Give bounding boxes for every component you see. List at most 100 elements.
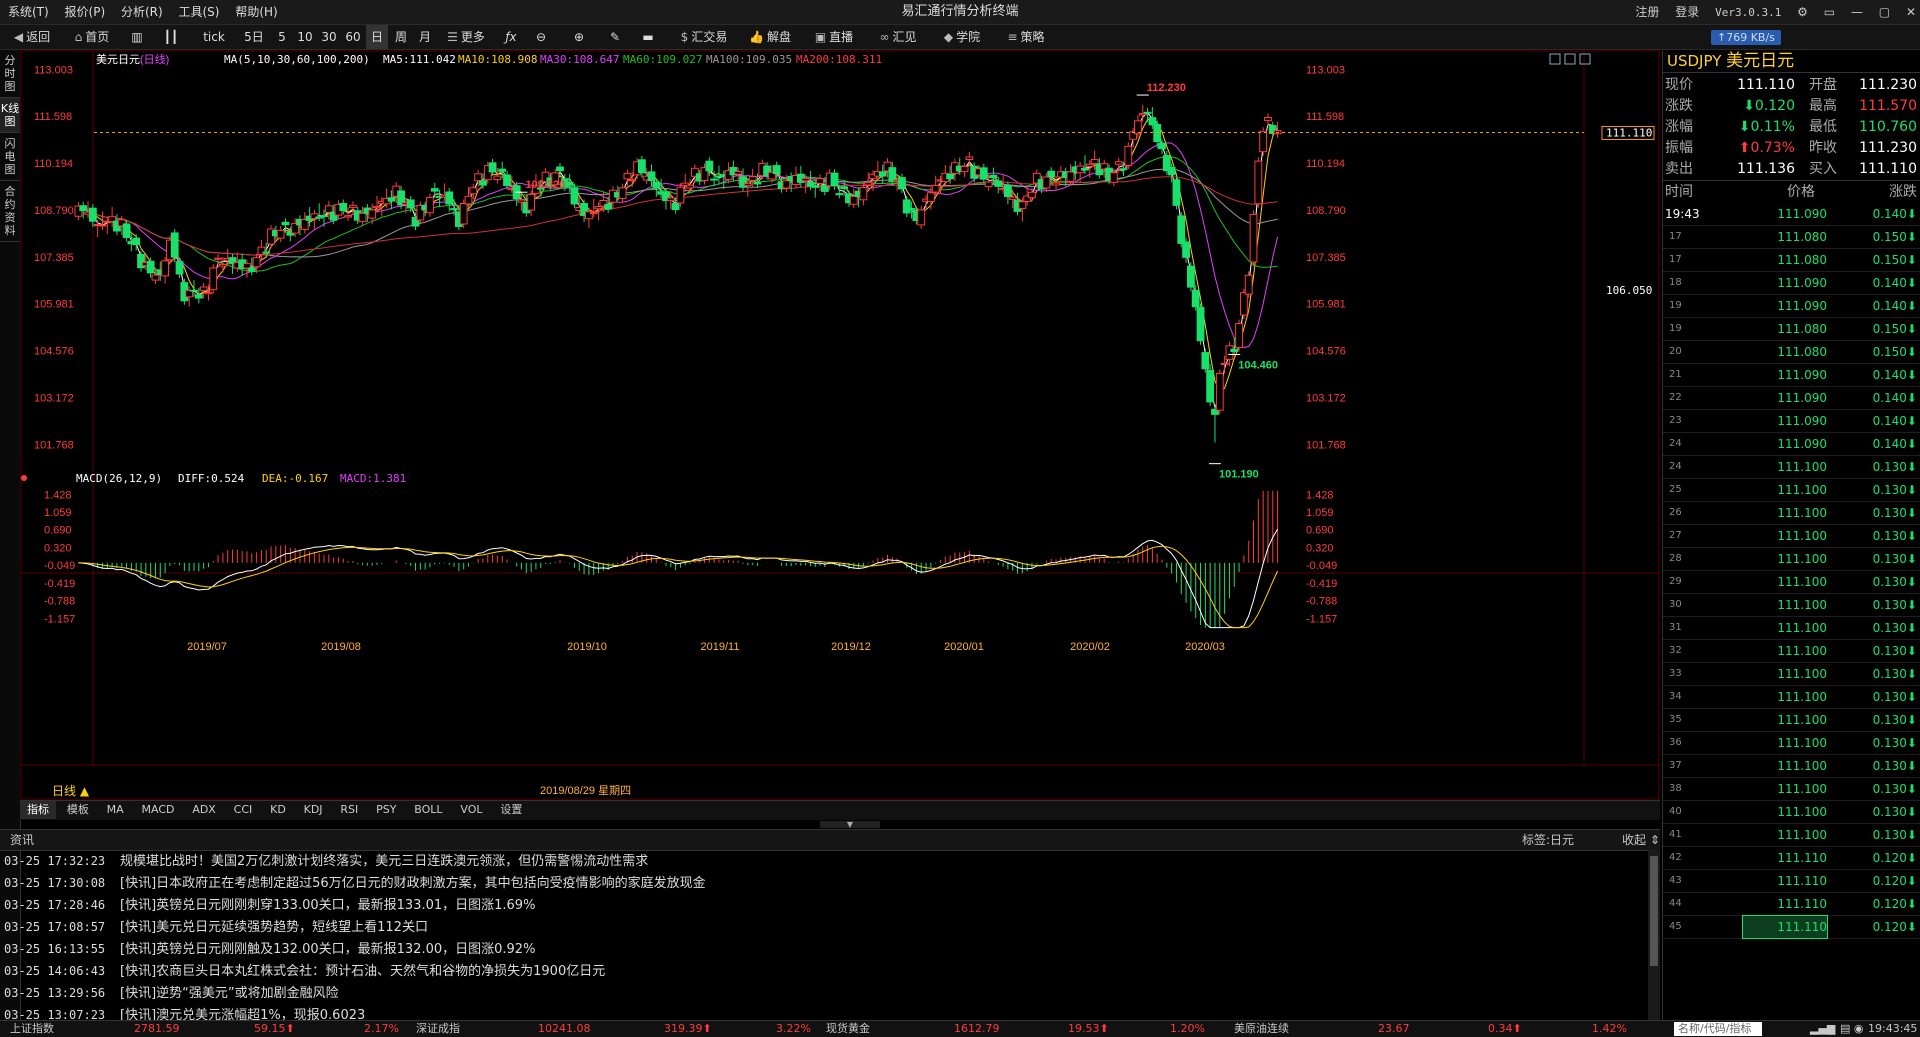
candle-body xyxy=(1235,323,1243,349)
zoom-out-button[interactable]: ⊖ xyxy=(530,25,552,49)
candle-body xyxy=(647,171,656,182)
candle-body xyxy=(1249,213,1258,263)
menu-analysis[interactable]: 分析(R) xyxy=(121,0,163,24)
tab-template[interactable]: 模板 xyxy=(60,801,96,819)
tick-price: 111.110 xyxy=(1742,915,1828,939)
tab-kd[interactable]: KD xyxy=(263,801,293,819)
index-sz-name[interactable]: 深证成指 xyxy=(416,1021,460,1037)
tray-icons[interactable]: ▤ ◉ xyxy=(1840,1021,1864,1037)
candle-body xyxy=(1138,113,1147,116)
register-link[interactable]: 注册 xyxy=(1635,5,1659,19)
tab-boll[interactable]: BOLL xyxy=(407,801,449,819)
quote-label: 涨幅 xyxy=(1665,119,1693,135)
formula-button[interactable]: ƒx xyxy=(500,25,522,49)
menu-tools[interactable]: 工具(S) xyxy=(179,0,220,24)
tick-change: 0.130⬇ xyxy=(1872,828,1917,842)
tab-indicator[interactable]: 指标 xyxy=(20,801,56,819)
trade-button[interactable]: $ 汇交易 xyxy=(672,25,736,49)
news-item[interactable]: 03-25 14:06:43 [快讯]农商巨头日本丸红株式会社：预计石油、天然气和… xyxy=(0,960,1640,982)
candle-body xyxy=(1172,179,1181,206)
tab-kline[interactable]: K线图 xyxy=(0,98,20,133)
ma5-value: MA5:111.042 xyxy=(383,53,456,66)
tick-row: 19 111.090 0.140⬇ xyxy=(1663,295,1920,318)
tick-time: 17 xyxy=(1669,231,1682,242)
timeshare-button[interactable]: ▥ xyxy=(124,25,150,49)
tick-time: 32 xyxy=(1669,645,1682,656)
candle-body xyxy=(387,197,396,202)
search-input[interactable]: 名称/代码/指标 xyxy=(1674,1022,1762,1036)
tab-ma[interactable]: MA xyxy=(100,801,131,819)
collapse-button[interactable]: 收起 ⇕ xyxy=(1622,830,1660,850)
tool-button[interactable]: ▬ xyxy=(636,25,660,49)
news-tag[interactable]: 标签:日元 xyxy=(1522,830,1574,850)
period-5min[interactable]: 5 xyxy=(272,25,292,49)
more-button[interactable]: ☰ 更多 xyxy=(440,25,492,49)
maximize-icon[interactable]: ▢ xyxy=(1879,5,1890,19)
kline-chart[interactable]: 美元日元(日线) MA(5,10,30,60,100,200) MA5:111.… xyxy=(20,50,1660,800)
tab-vol[interactable]: VOL xyxy=(453,801,489,819)
candle-body xyxy=(671,203,680,211)
tab-kdj[interactable]: KDJ xyxy=(297,801,330,819)
tab-cci[interactable]: CCI xyxy=(227,801,260,819)
oil-name[interactable]: 美原油连续 xyxy=(1234,1021,1289,1037)
kline-button[interactable]: ┃┃ xyxy=(158,25,184,49)
close-icon[interactable]: ✕ xyxy=(1906,5,1916,19)
live-button[interactable]: ▣ 直播 xyxy=(806,25,862,49)
candle-body xyxy=(218,263,227,267)
news-item[interactable]: 03-25 17:32:23 规模堪比战时！美国2万亿刺激计划终落实，美元三日连跌… xyxy=(0,850,1640,872)
news-item[interactable]: 03-25 13:07:23 [快讯]澳元兑美元涨幅超1%，现报0.6023 xyxy=(0,1004,1640,1020)
analysis-button[interactable]: 👍 解盘 xyxy=(742,25,798,49)
gold-name[interactable]: 现货黄金 xyxy=(826,1021,870,1037)
tab-macd[interactable]: MACD xyxy=(135,801,182,819)
tab-contract[interactable]: 合约资料 xyxy=(0,181,20,242)
macd-tick-left: -0.788 xyxy=(44,596,75,608)
period-60min[interactable]: 60 xyxy=(342,25,364,49)
news-item[interactable]: 03-25 17:28:46 [快讯]英镑兑日元刚刚刺穿133.00关口，最新报1… xyxy=(0,894,1640,916)
back-button[interactable]: ◀ 返回 xyxy=(6,25,58,49)
restore-icon[interactable]: ▭ xyxy=(1824,5,1835,19)
news-item[interactable]: 03-25 16:13:55 [快讯]英镑兑日元刚刚触及132.00关口，最新报1… xyxy=(0,938,1640,960)
home-button[interactable]: ⌂ 首页 xyxy=(64,25,120,49)
tab-psy[interactable]: PSY xyxy=(369,801,403,819)
period-week[interactable]: 周 xyxy=(390,25,412,49)
tab-adx[interactable]: ADX xyxy=(185,801,223,819)
news-scrollbar[interactable] xyxy=(1648,850,1660,1020)
ma10-value: MA10:108.908 xyxy=(458,53,537,66)
macd-tick-left: -1.157 xyxy=(44,613,75,625)
news-item[interactable]: 03-25 17:08:57 [快讯]美元兑日元延续强势趋势，短线望上看112关口 xyxy=(0,916,1640,938)
candle-body xyxy=(358,212,367,223)
strategy-button[interactable]: ≡ 策略 xyxy=(998,25,1054,49)
menu-help[interactable]: 帮助(H) xyxy=(235,0,277,24)
tab-timeshare[interactable]: 分时图 xyxy=(0,50,20,98)
draw-button[interactable]: ✎ xyxy=(604,25,626,49)
academy-button[interactable]: ◆ 学院 xyxy=(934,25,990,49)
tick-price: 111.090 xyxy=(1777,391,1827,405)
period-month[interactable]: 月 xyxy=(414,25,436,49)
news-item[interactable]: 03-25 17:30:08 [快讯]日本政府正在考虑制定超过56万亿日元的财政刺… xyxy=(0,872,1640,894)
news-item[interactable]: 03-25 13:29:56 [快讯]逆势“强美元”或将加剧金融风险 xyxy=(0,982,1640,1004)
period-10min[interactable]: 10 xyxy=(294,25,316,49)
candle-body xyxy=(917,209,926,226)
huijian-button[interactable]: ∞ 汇见 xyxy=(870,25,926,49)
splitter-handle[interactable]: ▼ xyxy=(820,821,880,829)
tick-time: 24 xyxy=(1669,438,1682,449)
tab-rsi[interactable]: RSI xyxy=(333,801,365,819)
tick-row: 45 111.110 0.120⬇ xyxy=(1663,915,1920,939)
tab-flash[interactable]: 闪电图 xyxy=(0,133,20,181)
tab-settings[interactable]: 设置 xyxy=(493,801,529,819)
login-link[interactable]: 登录 xyxy=(1675,5,1699,19)
index-sh-name[interactable]: 上证指数 xyxy=(10,1021,54,1037)
period-30min[interactable]: 30 xyxy=(318,25,340,49)
period-selector[interactable]: 日线 ▲ xyxy=(52,784,90,798)
period-day[interactable]: 日 xyxy=(366,25,388,49)
menu-system[interactable]: 系统(T) xyxy=(8,0,49,24)
settings-icon[interactable]: ⚙ xyxy=(1797,5,1808,19)
macd-tick-left: 1.059 xyxy=(44,507,72,519)
zoom-in-button[interactable]: ⊕ xyxy=(568,25,590,49)
minimize-icon[interactable]: — xyxy=(1851,5,1863,19)
menu-quote[interactable]: 报价(P) xyxy=(65,0,106,24)
candle-body xyxy=(1134,120,1142,135)
period-tick[interactable]: tick xyxy=(196,25,232,49)
candle-body xyxy=(565,182,574,186)
period-5day[interactable]: 5日 xyxy=(240,25,268,49)
